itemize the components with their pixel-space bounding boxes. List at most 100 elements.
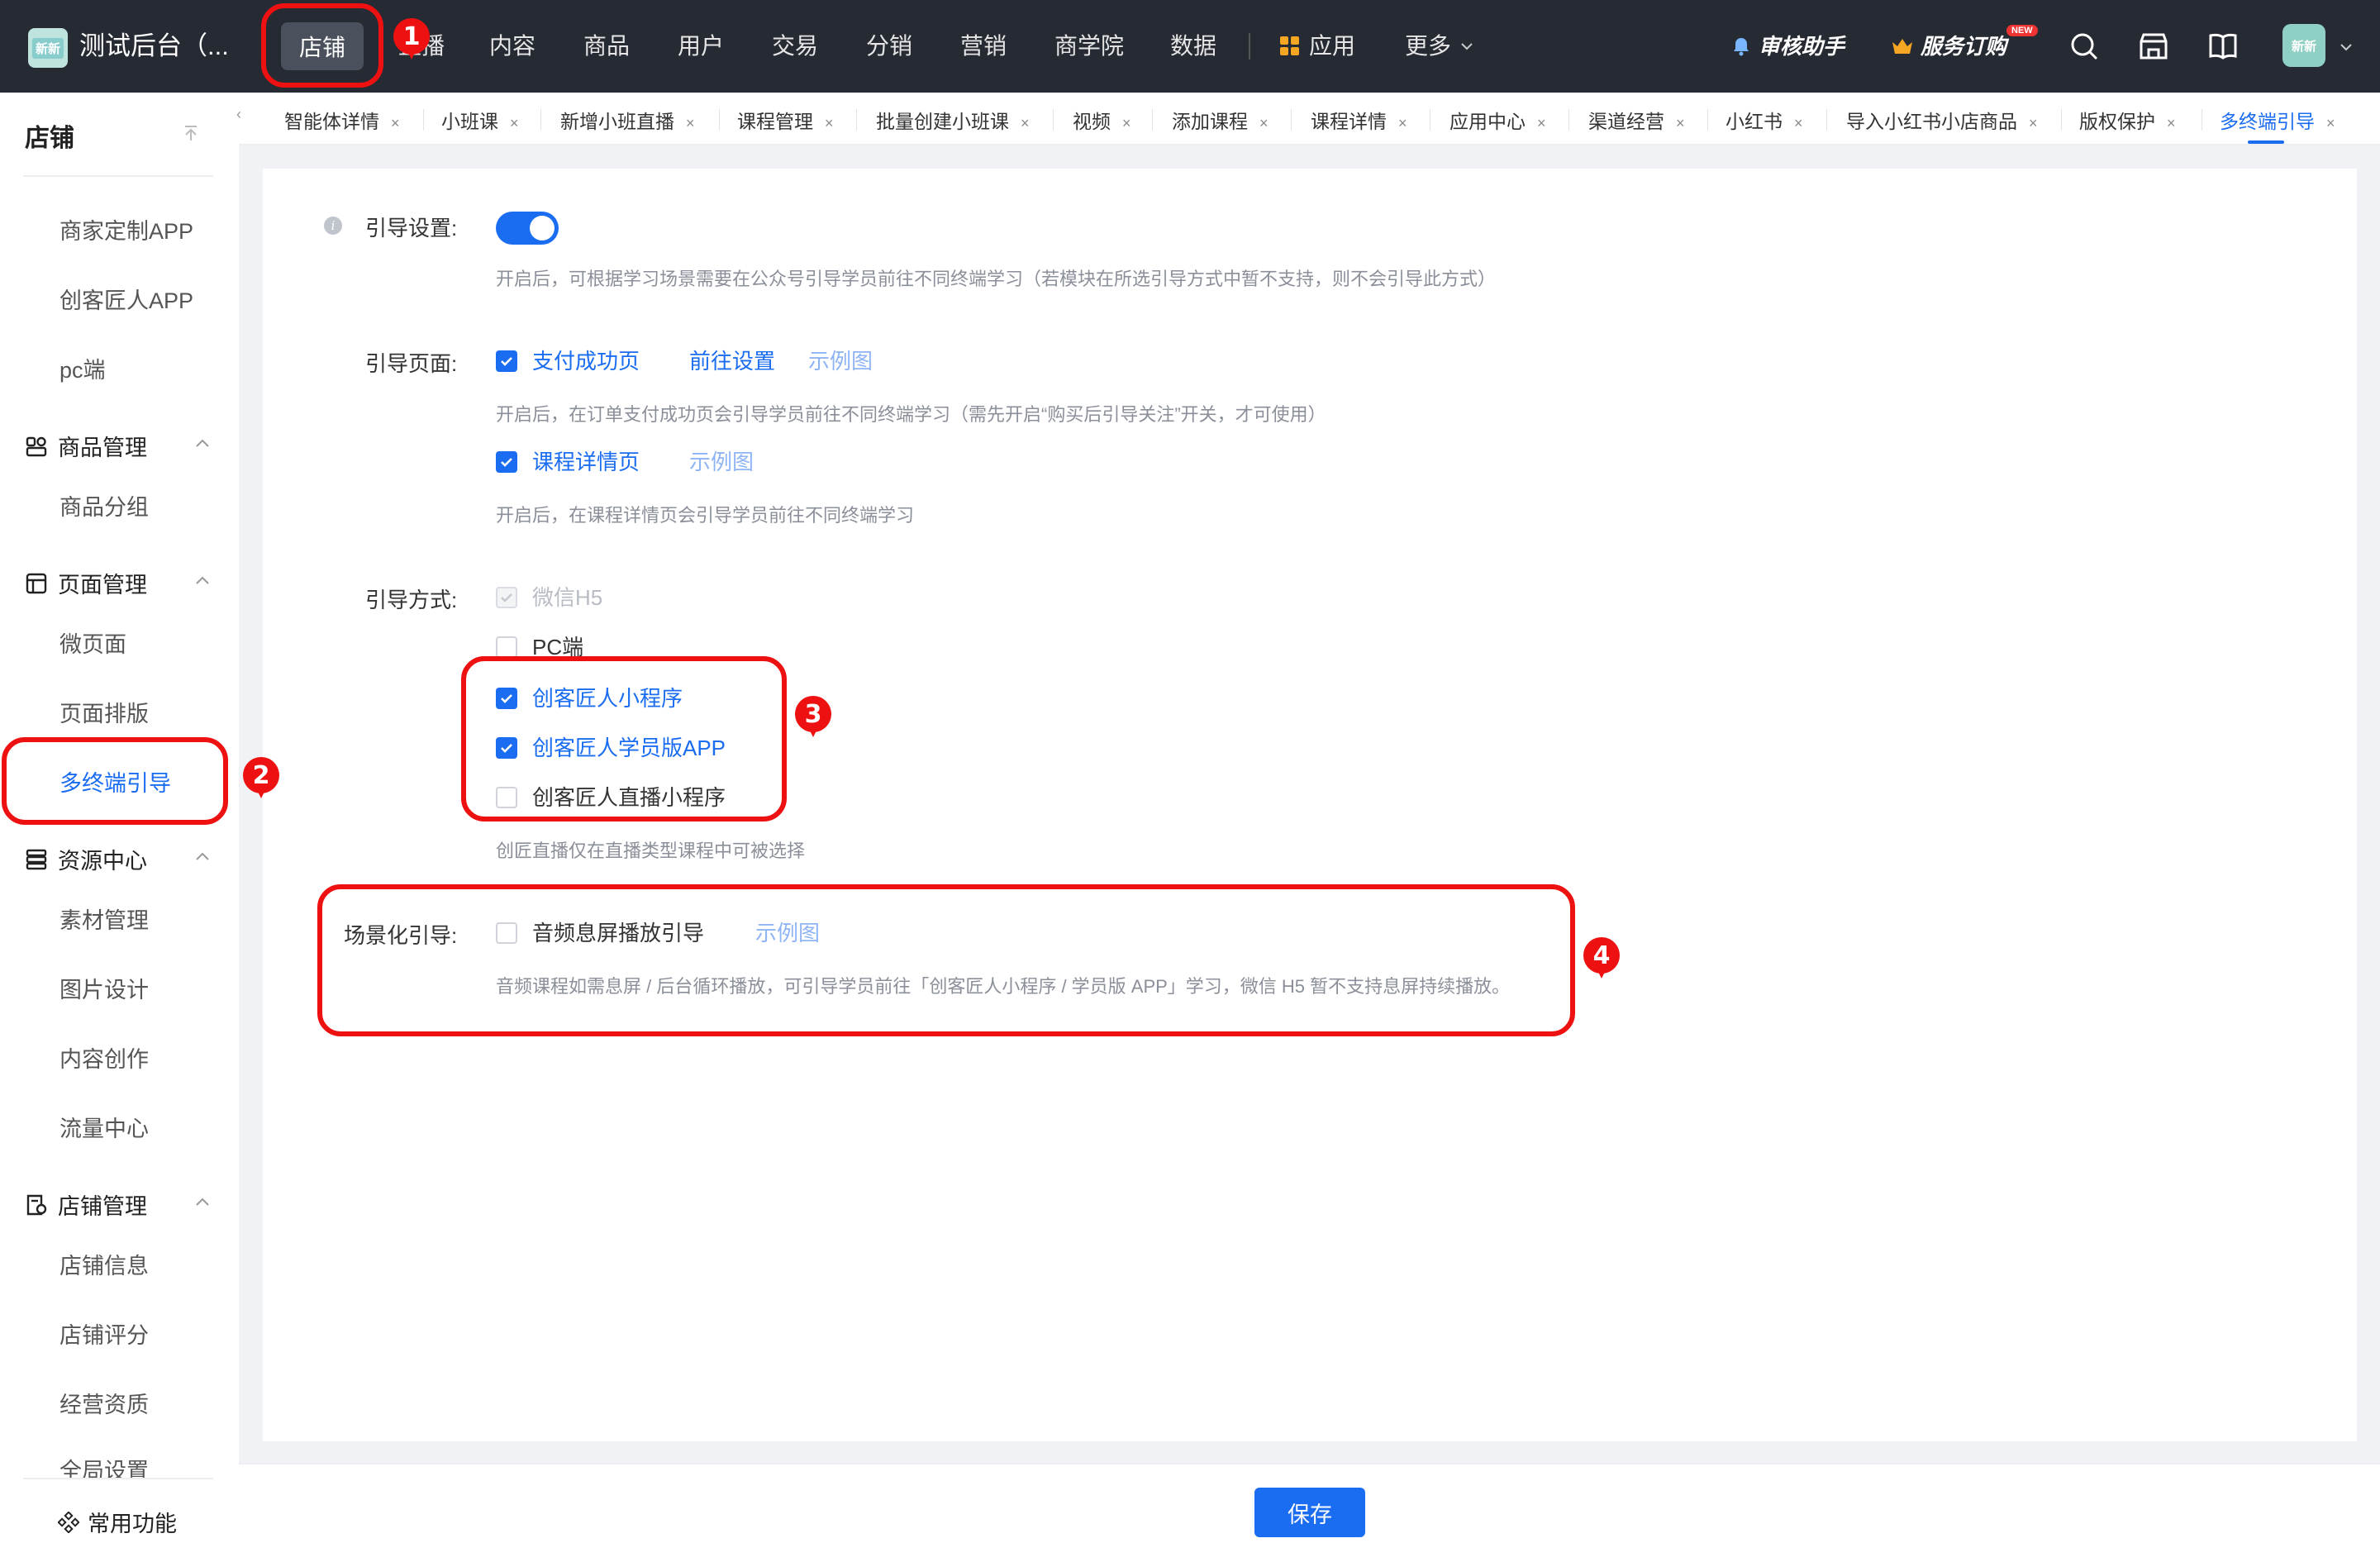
nav-item-data[interactable]: 数据 <box>1170 28 1216 64</box>
tab-xiaohongshu[interactable]: 小红书 × <box>1726 106 1803 134</box>
close-icon[interactable]: × <box>1537 115 1546 131</box>
close-icon[interactable]: × <box>2326 115 2335 131</box>
tab-new-small-class-live[interactable]: 新增小班直播 × <box>560 106 695 134</box>
tab-course-detail[interactable]: 课程详情 × <box>1311 106 1407 134</box>
pc-checkbox[interactable] <box>496 636 517 658</box>
tab-label: 应用中心 <box>1449 111 1526 132</box>
tab-scroll-left-icon[interactable]: ‹ <box>236 106 241 123</box>
app-logo[interactable]: 新新 <box>28 28 68 68</box>
tab-import-xhs-goods[interactable]: 导入小红书小店商品 × <box>1846 106 2038 134</box>
tab-separator <box>1152 109 1153 131</box>
nav-item-academy[interactable]: 商学院 <box>1054 28 1124 64</box>
tab-batch-create[interactable]: 批量创建小班课 × <box>876 106 1030 134</box>
close-icon[interactable]: × <box>510 115 519 131</box>
sidebar-item-shop-rating[interactable]: 店铺评分 <box>60 1317 149 1350</box>
pay-success-checkbox[interactable] <box>496 350 517 372</box>
tab-course-mgmt[interactable]: 课程管理 × <box>737 106 834 134</box>
goto-settings-link[interactable]: 前往设置 <box>689 347 775 375</box>
sidebar-group-pages[interactable]: 页面管理 <box>25 567 147 599</box>
guide-setting-toggle[interactable] <box>496 212 559 245</box>
tab-copyright[interactable]: 版权保护 × <box>2079 106 2176 134</box>
close-icon[interactable]: × <box>2029 115 2038 131</box>
tab-video[interactable]: 视频 × <box>1073 106 1131 134</box>
sidebar-item-goods-group[interactable]: 商品分组 <box>60 489 149 521</box>
tab-label: 课程详情 <box>1311 111 1387 132</box>
sidebar-item-pc[interactable]: pc端 <box>60 352 106 384</box>
tab-label: 新增小班直播 <box>560 111 674 132</box>
sidebar-footer-divider <box>23 1478 213 1479</box>
sidebar-item-global-settings-clip: 全局设置 <box>60 1453 225 1478</box>
sidebar-item-image-design[interactable]: 图片设计 <box>60 972 149 1004</box>
tab-channel[interactable]: 渠道经营 × <box>1588 106 1685 134</box>
close-icon[interactable]: × <box>686 115 695 131</box>
chevron-down-icon <box>1461 43 1473 50</box>
sidebar-item-creator-app[interactable]: 创客匠人APP <box>60 283 193 315</box>
guide-setting-hint: 开启后，可根据学习场景需要在公众号引导学员前往不同终端学习（若模块在所选引导方式… <box>496 269 1497 289</box>
sidebar-item-shop-info[interactable]: 店铺信息 <box>60 1248 149 1280</box>
course-detail-checkbox[interactable] <box>496 451 517 473</box>
tab-multi-terminal-guide[interactable]: 多终端引导 × <box>2220 106 2335 134</box>
close-icon[interactable]: × <box>1259 115 1269 131</box>
chevron-up-icon[interactable] <box>193 572 212 590</box>
tab-agent-detail[interactable]: 智能体详情 × <box>284 106 400 134</box>
nav-item-apps[interactable]: 应用 <box>1279 28 1355 64</box>
chevron-up-icon[interactable] <box>193 1193 212 1212</box>
sidebar-group-goods[interactable]: 商品管理 <box>25 430 147 462</box>
tab-app-center[interactable]: 应用中心 × <box>1449 106 1546 134</box>
sidebar-item-micro-page[interactable]: 微页面 <box>60 626 126 659</box>
close-icon[interactable]: × <box>1676 115 1685 131</box>
book-icon[interactable] <box>2206 30 2240 63</box>
tab-label: 批量创建小班课 <box>876 111 1009 132</box>
store-icon[interactable] <box>2137 30 2170 63</box>
app-title[interactable]: 测试后台（... <box>79 28 229 64</box>
nav-item-distribution[interactable]: 分销 <box>866 28 912 64</box>
nav-item-trade[interactable]: 交易 <box>772 28 818 64</box>
nav-item-marketing[interactable]: 营销 <box>960 28 1007 64</box>
tab-label: 小红书 <box>1726 111 1783 132</box>
close-icon[interactable]: × <box>1122 115 1131 131</box>
sidebar-group-shop[interactable]: 店铺管理 <box>25 1188 147 1221</box>
chevron-up-icon[interactable] <box>193 848 212 866</box>
sidebar-item-page-layout[interactable]: 页面排版 <box>60 696 149 728</box>
close-icon[interactable]: × <box>2167 115 2176 131</box>
example-image-link[interactable]: 示例图 <box>808 347 873 375</box>
nav-item-users[interactable]: 用户 <box>678 28 724 64</box>
close-icon[interactable]: × <box>825 115 834 131</box>
sidebar-item-qualification[interactable]: 经营资质 <box>60 1387 149 1419</box>
nav-item-more[interactable]: 更多 <box>1405 28 1474 64</box>
close-icon[interactable]: × <box>1021 115 1030 131</box>
close-icon[interactable]: × <box>1794 115 1803 131</box>
sidebar-item-merchant-app[interactable]: 商家定制APP <box>60 213 193 245</box>
info-icon[interactable]: i <box>324 217 342 235</box>
guide-page-label: 引导页面: <box>365 351 458 376</box>
tab-add-course[interactable]: 添加课程 × <box>1172 106 1269 134</box>
common-functions-button[interactable]: 常用功能 <box>58 1506 177 1538</box>
tab-label: 渠道经营 <box>1588 111 1664 132</box>
service-order-button[interactable]: 服务订购 <box>1891 30 2006 63</box>
nav-item-content[interactable]: 内容 <box>489 28 536 64</box>
chevron-down-icon[interactable] <box>2339 40 2354 55</box>
course-detail-label[interactable]: 课程详情页 <box>532 448 640 476</box>
wechat-h5-label: 微信H5 <box>532 585 603 610</box>
sidebar-group-resources[interactable]: 资源中心 <box>25 843 147 875</box>
search-icon[interactable] <box>2068 30 2101 63</box>
sidebar-item-global-settings[interactable]: 全局设置 <box>60 1453 225 1478</box>
guide-method-label: 引导方式: <box>365 588 458 612</box>
avatar[interactable]: 新新 <box>2282 24 2325 67</box>
sidebar-item-content-creation[interactable]: 内容创作 <box>60 1041 149 1074</box>
sidebar-item-traffic[interactable]: 流量中心 <box>60 1111 149 1143</box>
tab-separator <box>856 109 857 131</box>
tab-separator <box>1568 109 1569 131</box>
example-image-link[interactable]: 示例图 <box>689 448 754 476</box>
close-icon[interactable]: × <box>391 115 400 131</box>
nav-item-goods[interactable]: 商品 <box>583 28 630 64</box>
close-icon[interactable]: × <box>1398 115 1407 131</box>
new-badge: NEW <box>2006 25 2038 36</box>
tab-small-class[interactable]: 小班课 × <box>441 106 519 134</box>
collapse-up-icon[interactable] <box>180 122 202 144</box>
sidebar-item-material[interactable]: 素材管理 <box>60 902 149 935</box>
chevron-up-icon[interactable] <box>193 435 212 453</box>
pay-success-label[interactable]: 支付成功页 <box>532 347 640 375</box>
save-button[interactable]: 保存 <box>1254 1488 1365 1537</box>
review-helper-button[interactable]: 审核助手 <box>1730 30 1844 63</box>
